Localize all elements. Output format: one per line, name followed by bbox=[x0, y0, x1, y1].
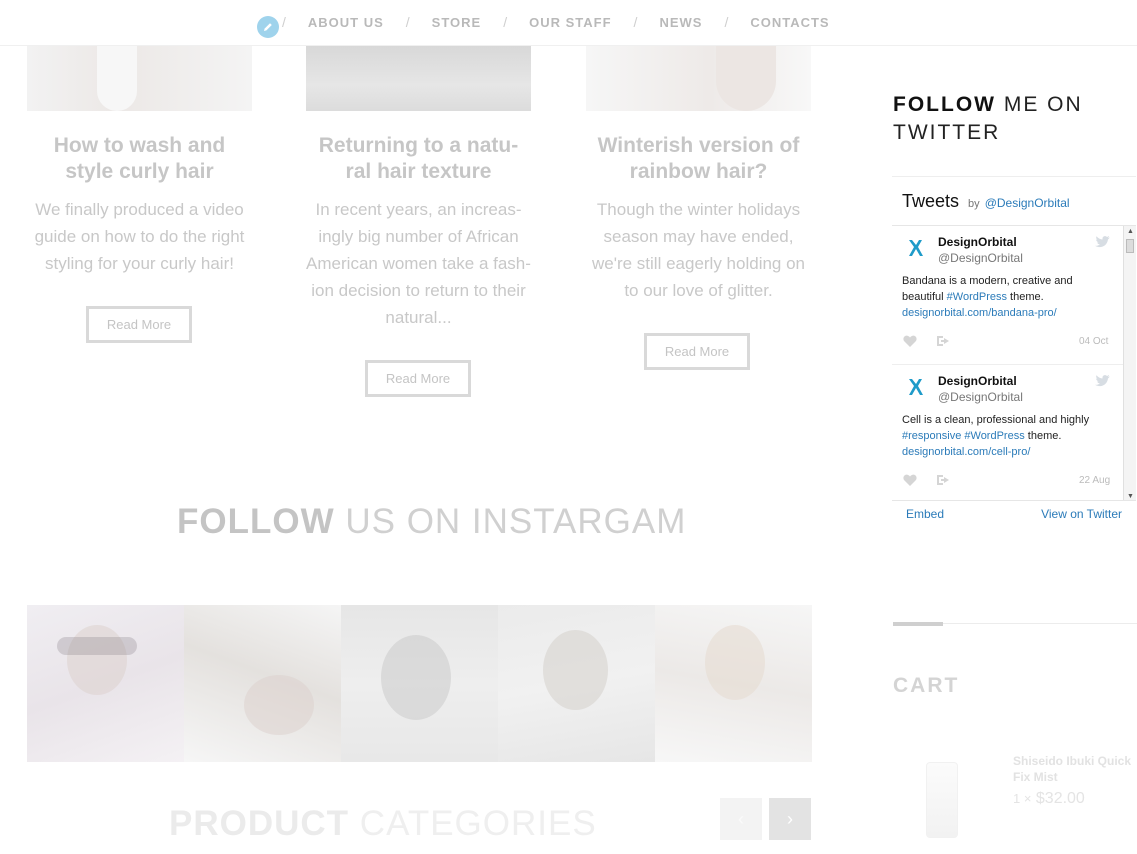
instagram-photo[interactable] bbox=[27, 605, 184, 762]
designorbital-logo-icon[interactable] bbox=[904, 375, 928, 399]
nav-separator: / bbox=[405, 14, 410, 30]
post-excerpt: In recent years, an increas-ingly big nu… bbox=[306, 200, 531, 327]
embed-link[interactable]: Embed bbox=[906, 507, 944, 521]
tweet-text: Cell is a clean, professional and highly… bbox=[902, 412, 1102, 460]
tweet: DesignOrbital @DesignOrbital Bandana is … bbox=[892, 226, 1124, 365]
sidebar: FOLLOW ME ON TWITTER Tweets by @DesignOr… bbox=[860, 46, 1137, 854]
instagram-photo[interactable] bbox=[655, 605, 812, 762]
scroll-up-arrow-icon[interactable]: ▲ bbox=[1127, 228, 1134, 235]
cart-product-amount: $32.00 bbox=[1035, 790, 1085, 807]
tweets-by: by bbox=[968, 198, 980, 210]
post-excerpt: We finally produced a video guide on how… bbox=[34, 200, 245, 273]
like-heart-icon[interactable] bbox=[903, 335, 917, 347]
nav-item-store[interactable]: STORE bbox=[432, 15, 482, 30]
instagram-heading-bold: FOLLOW bbox=[177, 502, 335, 541]
nav-item-news[interactable]: NEWS bbox=[659, 15, 702, 30]
post-title[interactable]: Winterish version of rainbow hair? bbox=[586, 133, 811, 185]
tweet-text-part: theme. bbox=[1027, 430, 1062, 442]
instagram-heading-light: US ON INSTARGAM bbox=[345, 502, 687, 541]
tweet-author-name[interactable]: DesignOrbital bbox=[938, 235, 1017, 249]
tweets-scrollbar[interactable]: ▲ ▼ bbox=[1123, 226, 1136, 500]
scroll-down-arrow-icon[interactable]: ▼ bbox=[1127, 493, 1134, 500]
tweet-text: Bandana is a modern, creative and beauti… bbox=[902, 273, 1102, 321]
pencil-icon[interactable] bbox=[257, 16, 279, 38]
designorbital-logo-icon[interactable] bbox=[904, 236, 928, 260]
categories-heading-light: CATEGORIES bbox=[359, 804, 597, 843]
tweet-date[interactable]: 22 Aug bbox=[1079, 475, 1110, 486]
cart-product-image[interactable] bbox=[926, 762, 958, 838]
twitter-section-title: FOLLOW ME ON TWITTER bbox=[893, 91, 1083, 147]
tweet-hashtag[interactable]: #WordPress bbox=[947, 291, 1007, 303]
read-more-button[interactable]: Read More bbox=[365, 360, 471, 397]
carousel-prev-button[interactable]: ‹ bbox=[720, 798, 762, 840]
nav-separator: / bbox=[633, 14, 638, 30]
post-title[interactable]: Returning to a natu-ral hair texture bbox=[306, 133, 531, 185]
post-image[interactable] bbox=[306, 46, 531, 111]
cart-title: CART bbox=[893, 674, 960, 697]
nav-menu: / ABOUT US / STORE / OUR STAFF / NEWS / … bbox=[282, 14, 852, 30]
twitter-title-rest: ME ON bbox=[1003, 93, 1083, 116]
tweets-header: Tweets by @DesignOrbital bbox=[902, 191, 1070, 212]
tweets-list[interactable]: DesignOrbital @DesignOrbital Bandana is … bbox=[892, 225, 1136, 501]
read-more-button[interactable]: Read More bbox=[644, 333, 750, 370]
cart-product-price: 1 × $32.00 bbox=[1013, 790, 1085, 808]
tweet: DesignOrbital @DesignOrbital Cell is a c… bbox=[892, 365, 1124, 500]
instagram-heading: FOLLOW US ON INSTARGAM bbox=[177, 502, 686, 542]
tweet-date[interactable]: 04 Oct bbox=[1079, 336, 1108, 347]
carousel-next-button[interactable]: › bbox=[769, 798, 811, 840]
tweets-handle-link[interactable]: @DesignOrbital bbox=[985, 196, 1070, 210]
tweet-text-part: Cell is a clean, professional and highly bbox=[902, 414, 1090, 426]
tweet-text-part: theme. bbox=[1010, 291, 1044, 303]
scrollbar-thumb[interactable] bbox=[1126, 239, 1134, 253]
instagram-photo[interactable] bbox=[341, 605, 498, 762]
post-title[interactable]: How to wash and style curly hair bbox=[27, 133, 252, 185]
tweet-hashtag[interactable]: #WordPress bbox=[964, 430, 1024, 442]
instagram-photo[interactable] bbox=[184, 605, 341, 762]
share-icon[interactable] bbox=[936, 474, 950, 486]
share-icon[interactable] bbox=[936, 335, 950, 347]
tweet-link[interactable]: designorbital.com/bandana-pro/ bbox=[902, 307, 1057, 319]
tweet-hashtag[interactable]: #responsive bbox=[902, 430, 961, 442]
sidebar-divider-accent bbox=[893, 622, 943, 626]
post-excerpt: Though the winter holidays season may ha… bbox=[591, 200, 806, 300]
cart-product-name[interactable]: Shiseido Ibuki Quick Fix Mist bbox=[1013, 753, 1137, 785]
nav-separator: / bbox=[503, 14, 508, 30]
cart-product-qty: 1 × bbox=[1013, 791, 1032, 806]
categories-heading: PRODUCT CATEGORIES bbox=[169, 804, 597, 844]
nav-item-about-us[interactable]: ABOUT US bbox=[308, 15, 384, 30]
view-on-twitter-link[interactable]: View on Twitter bbox=[1041, 507, 1122, 521]
nav-item-contacts[interactable]: CONTACTS bbox=[750, 15, 829, 30]
like-heart-icon[interactable] bbox=[903, 474, 917, 486]
tweet-link[interactable]: designorbital.com/cell-pro/ bbox=[902, 446, 1030, 458]
twitter-bird-icon[interactable] bbox=[1095, 374, 1111, 388]
tweet-author-handle[interactable]: @DesignOrbital bbox=[938, 251, 1023, 265]
categories-heading-bold: PRODUCT bbox=[169, 804, 350, 843]
nav-separator: / bbox=[724, 14, 729, 30]
tweet-author-handle[interactable]: @DesignOrbital bbox=[938, 390, 1023, 404]
post-image[interactable] bbox=[586, 46, 811, 111]
read-more-button[interactable]: Read More bbox=[86, 306, 192, 343]
twitter-bird-icon[interactable] bbox=[1095, 235, 1111, 249]
tweets-label: Tweets bbox=[902, 191, 960, 211]
nav-separator: / bbox=[282, 14, 286, 30]
top-navigation: / ABOUT US / STORE / OUR STAFF / NEWS / … bbox=[0, 0, 1137, 46]
nav-item-our-staff[interactable]: OUR STAFF bbox=[529, 15, 611, 30]
twitter-timeline-widget: Tweets by @DesignOrbital DesignOrbital @… bbox=[892, 176, 1136, 541]
tweet-author-name[interactable]: DesignOrbital bbox=[938, 374, 1017, 388]
post-image[interactable] bbox=[27, 46, 252, 111]
twitter-title-bold: FOLLOW bbox=[893, 93, 996, 116]
instagram-photo[interactable] bbox=[498, 605, 655, 762]
twitter-title-rest: TWITTER bbox=[893, 121, 1001, 144]
